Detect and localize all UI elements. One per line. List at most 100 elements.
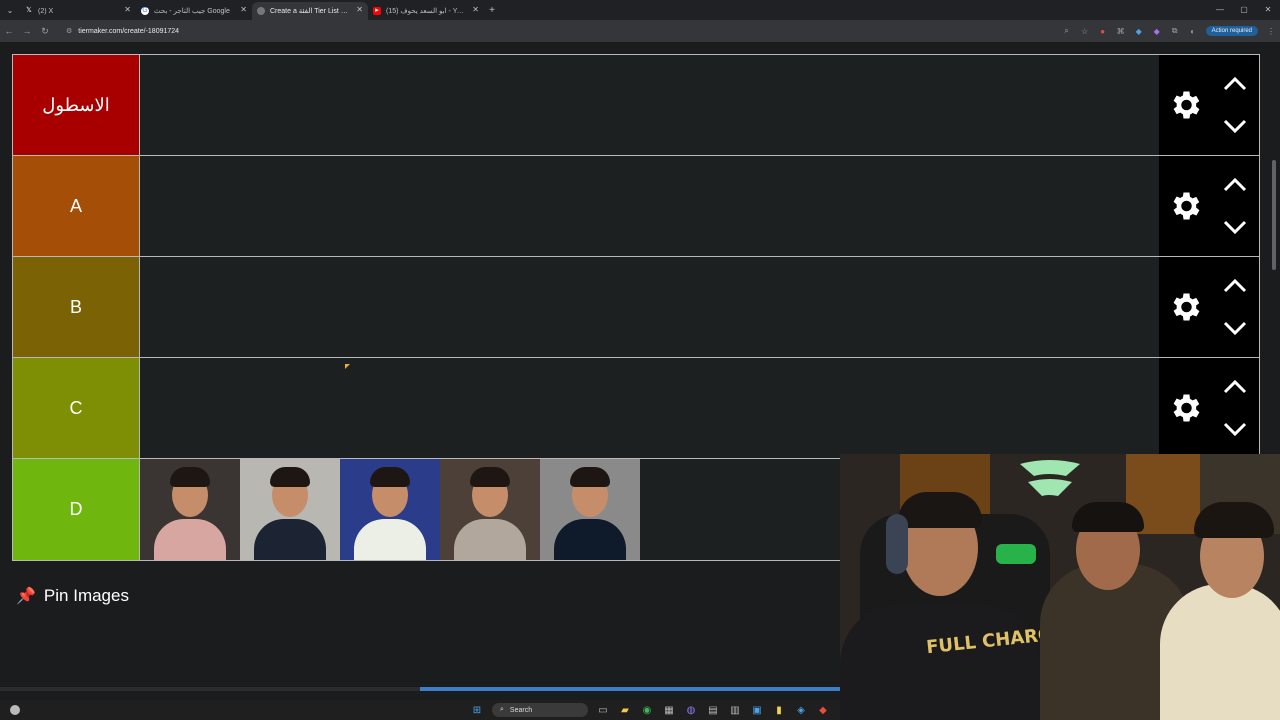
tier-drop-zone[interactable] (140, 358, 1159, 458)
new-tab-button[interactable]: + (484, 5, 500, 16)
image-figure-hair (570, 467, 610, 487)
close-icon[interactable]: ✕ (472, 5, 479, 14)
tier-item-image[interactable] (440, 459, 540, 560)
close-icon[interactable]: ✕ (240, 5, 247, 14)
tier-item-image[interactable] (540, 459, 640, 560)
discord-icon[interactable]: ◍ (680, 705, 702, 716)
move-arrows (1223, 380, 1247, 436)
scrollbar-thumb[interactable] (420, 687, 840, 691)
toolbar-icons: ⌕ ☆ ● ⌘ ◆ ◆ ⧉ ◐ Action required ⋮ (1058, 20, 1280, 42)
task-view-icon[interactable]: ▭ (592, 705, 614, 716)
extension-icon[interactable]: ◆ (1130, 27, 1148, 36)
tier-drop-zone[interactable] (140, 55, 1159, 155)
extension-icon[interactable]: ◆ (1148, 27, 1166, 36)
tier-item-image[interactable] (340, 459, 440, 560)
google-icon: G (141, 7, 149, 15)
zoom-icon[interactable]: ⌕ (1058, 26, 1076, 36)
tab-tiermaker[interactable]: Create a الفئة Tier List - TierMaker ✕ (252, 2, 368, 20)
taskbar-apps: ⊞ ⌕ Search ▭ ▰ ◉ ▦ ◍ ▤ ▥ ▣ ▮ ◈ ◆ (466, 700, 834, 720)
gear-icon[interactable] (1167, 289, 1203, 325)
tab-x[interactable]: 𝕏 (2) X ✕ (20, 2, 136, 20)
tab-youtube[interactable]: ▸ (15) ابو السعد يحوف - YouTube ✕ (368, 2, 484, 20)
tier-label: C (13, 358, 140, 458)
extension-icon[interactable]: ● (1094, 27, 1112, 36)
tier-label: B (13, 257, 140, 357)
tier-label: A (13, 156, 140, 256)
image-figure-body (154, 519, 226, 560)
chevron-up-icon[interactable] (1223, 77, 1247, 91)
extension-icon[interactable]: ⌘ (1112, 27, 1130, 36)
taskbar-search[interactable]: ⌕ Search (492, 703, 588, 717)
app-icon[interactable]: ◆ (812, 705, 834, 716)
vertical-scrollbar[interactable] (1272, 42, 1278, 442)
image-figure-hair (470, 467, 510, 487)
tier-item-image[interactable] (140, 459, 240, 560)
maximize-icon[interactable]: ▢ (1232, 0, 1256, 20)
tab-title: (2) X (38, 7, 54, 15)
tier-drop-zone[interactable] (140, 257, 1159, 357)
address-bar[interactable]: ⚙ tiermaker.com/create/-18091724 (60, 22, 1090, 40)
neon-logo-icon (1020, 460, 1080, 496)
tab-google[interactable]: G جيب التاجر - بحث Google ✕ (136, 2, 252, 20)
extensions-puzzle-icon[interactable]: ⧉ (1166, 26, 1184, 36)
tier-label-text: C (69, 397, 83, 418)
action-required-button[interactable]: Action required (1205, 26, 1258, 36)
tier-item-image[interactable] (240, 459, 340, 560)
chevron-down-icon[interactable] (1223, 220, 1247, 234)
chevron-down-icon[interactable] (1223, 422, 1247, 436)
bookmark-star-icon[interactable]: ☆ (1076, 27, 1094, 36)
gear-icon[interactable] (1167, 188, 1203, 224)
app-icon[interactable]: ▦ (658, 705, 680, 716)
sticky-notes-icon[interactable]: ▮ (768, 705, 790, 716)
tier-label: الاسطول (13, 55, 140, 155)
horizontal-scrollbar[interactable] (0, 687, 840, 691)
gear-icon[interactable] (1167, 390, 1203, 426)
tab-title: جيب التاجر - بحث Google (154, 8, 230, 15)
window-close-icon[interactable]: ✕ (1256, 0, 1280, 20)
close-icon[interactable]: ✕ (356, 5, 363, 14)
scrollbar-thumb[interactable] (1272, 160, 1276, 270)
tier-row: الاسطول (13, 55, 1259, 156)
app-icon[interactable]: ▥ (724, 705, 746, 716)
reload-icon[interactable]: ↻ (36, 26, 54, 37)
tier-label-text: الاسطول (42, 94, 110, 115)
chevron-down-icon[interactable] (1223, 321, 1247, 335)
tiermaker-icon (257, 7, 265, 15)
forward-icon[interactable]: → (18, 26, 36, 36)
close-icon[interactable]: ✕ (124, 5, 131, 14)
weather-icon[interactable] (10, 705, 20, 715)
minimize-icon[interactable]: — (1208, 0, 1232, 20)
pin-images-toggle[interactable]: 📌 Pin Images (16, 586, 129, 606)
menu-kebab-icon[interactable]: ⋮ (1262, 27, 1280, 36)
gear-icon[interactable] (1167, 87, 1203, 123)
image-figure-body (254, 519, 326, 560)
image-figure-hair (270, 467, 310, 487)
tier-drop-zone[interactable] (140, 156, 1159, 256)
chevron-up-icon[interactable] (1223, 380, 1247, 394)
file-explorer-icon[interactable]: ▰ (614, 705, 636, 716)
search-label: Search (509, 706, 533, 714)
url-text: tiermaker.com/create/-18091724 (78, 27, 180, 35)
app-icon[interactable]: ▣ (746, 705, 768, 716)
tab-title: Create a الفئة Tier List - TierMaker (270, 8, 350, 15)
chevron-up-icon[interactable] (1223, 178, 1247, 192)
chevron-down-icon[interactable] (1223, 119, 1247, 133)
move-arrows (1223, 279, 1247, 335)
tier-label: D (13, 459, 140, 560)
tab-search-icon[interactable]: ⌄ (0, 0, 20, 20)
image-figure-hair (170, 467, 210, 487)
chevron-up-icon[interactable] (1223, 279, 1247, 293)
back-icon[interactable]: ← (0, 26, 18, 36)
tier-controls (1159, 55, 1259, 155)
steam-icon[interactable]: ◈ (790, 705, 812, 716)
image-figure-body (454, 519, 526, 560)
chair-accent (996, 544, 1036, 564)
profile-icon[interactable]: ◐ (1184, 27, 1202, 36)
tier-controls (1159, 358, 1259, 458)
site-info-icon[interactable]: ⚙ (66, 27, 72, 35)
app-icon[interactable]: ▤ (702, 705, 724, 716)
move-arrows (1223, 178, 1247, 234)
youtube-icon: ▸ (373, 7, 381, 15)
chrome-icon[interactable]: ◉ (636, 705, 658, 716)
windows-start-icon[interactable]: ⊞ (466, 705, 488, 716)
